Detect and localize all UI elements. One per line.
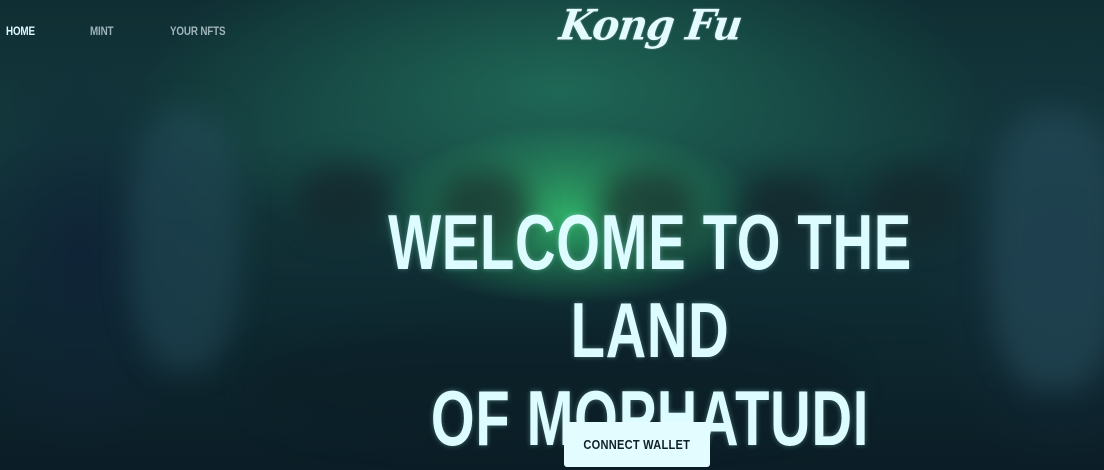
nav-mint-link[interactable]: MINT — [90, 24, 156, 38]
nav-home-link[interactable]: HOME — [6, 24, 75, 38]
hero-section: WELCOME TO THE LAND OF MOPHATUDI — [0, 198, 1104, 462]
landing-page: HOME MINT YOUR NFTS Kong Fu WELCOME TO T… — [0, 0, 1104, 470]
brand-logo[interactable]: Kong Fu — [557, 1, 745, 50]
top-nav: HOME MINT YOUR NFTS — [6, 24, 290, 38]
nav-your-nfts-link[interactable]: YOUR NFTS — [170, 24, 268, 38]
connect-wallet-button[interactable]: CONNECT WALLET — [564, 422, 710, 467]
connect-wallet-label: CONNECT WALLET — [583, 437, 691, 452]
hero-title-line-1: WELCOME TO THE LAND — [388, 198, 912, 374]
